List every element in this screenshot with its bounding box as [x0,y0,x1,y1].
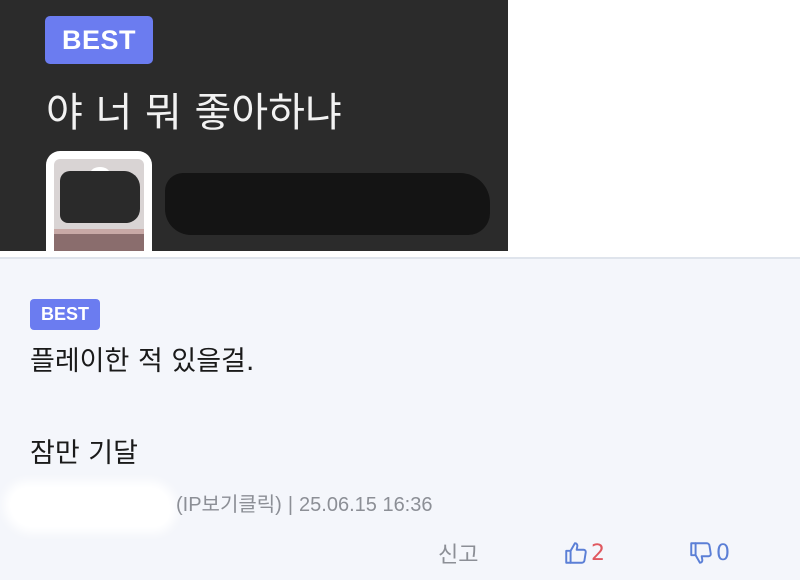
comment-text-line-1: 플레이한 적 있을걸. [30,346,255,377]
avatar-image [54,159,144,251]
thumbs-down-icon [690,542,712,564]
post-title[interactable]: 야 너 뭐 좋아하냐 [46,80,342,138]
thumbs-up-icon [565,542,587,564]
ip-view-link[interactable]: (IP보기클릭) [176,494,282,516]
report-button[interactable]: 신고 [438,539,479,568]
dislike-count: 0 [716,540,730,566]
meta-separator: | [287,494,294,516]
like-button[interactable]: 2 [563,539,605,567]
comment-meta: (IP보기클릭) | 25.06.15 16:36 [176,488,433,517]
dislike-button[interactable]: 0 [688,539,730,567]
post-header: BEST 야 너 뭐 좋아하냐 [0,0,508,251]
comment-author-redacted [10,487,170,527]
report-label: 신고 [438,543,479,568]
avatar-redaction [60,171,140,223]
author-avatar[interactable] [46,151,152,251]
author-name-redacted [165,173,490,235]
best-badge: BEST [45,16,153,64]
comment-timestamp: 25.06.15 16:36 [299,494,433,516]
best-comment: BEST 플레이한 적 있을걸. 잠만 기달 (IP보기클릭) | 25.06.15… [0,259,800,580]
comment-best-badge: BEST [30,299,100,330]
comment-text-line-2: 잠만 기달 [30,438,138,469]
avatar-floor [54,229,144,251]
like-count: 2 [591,540,605,566]
